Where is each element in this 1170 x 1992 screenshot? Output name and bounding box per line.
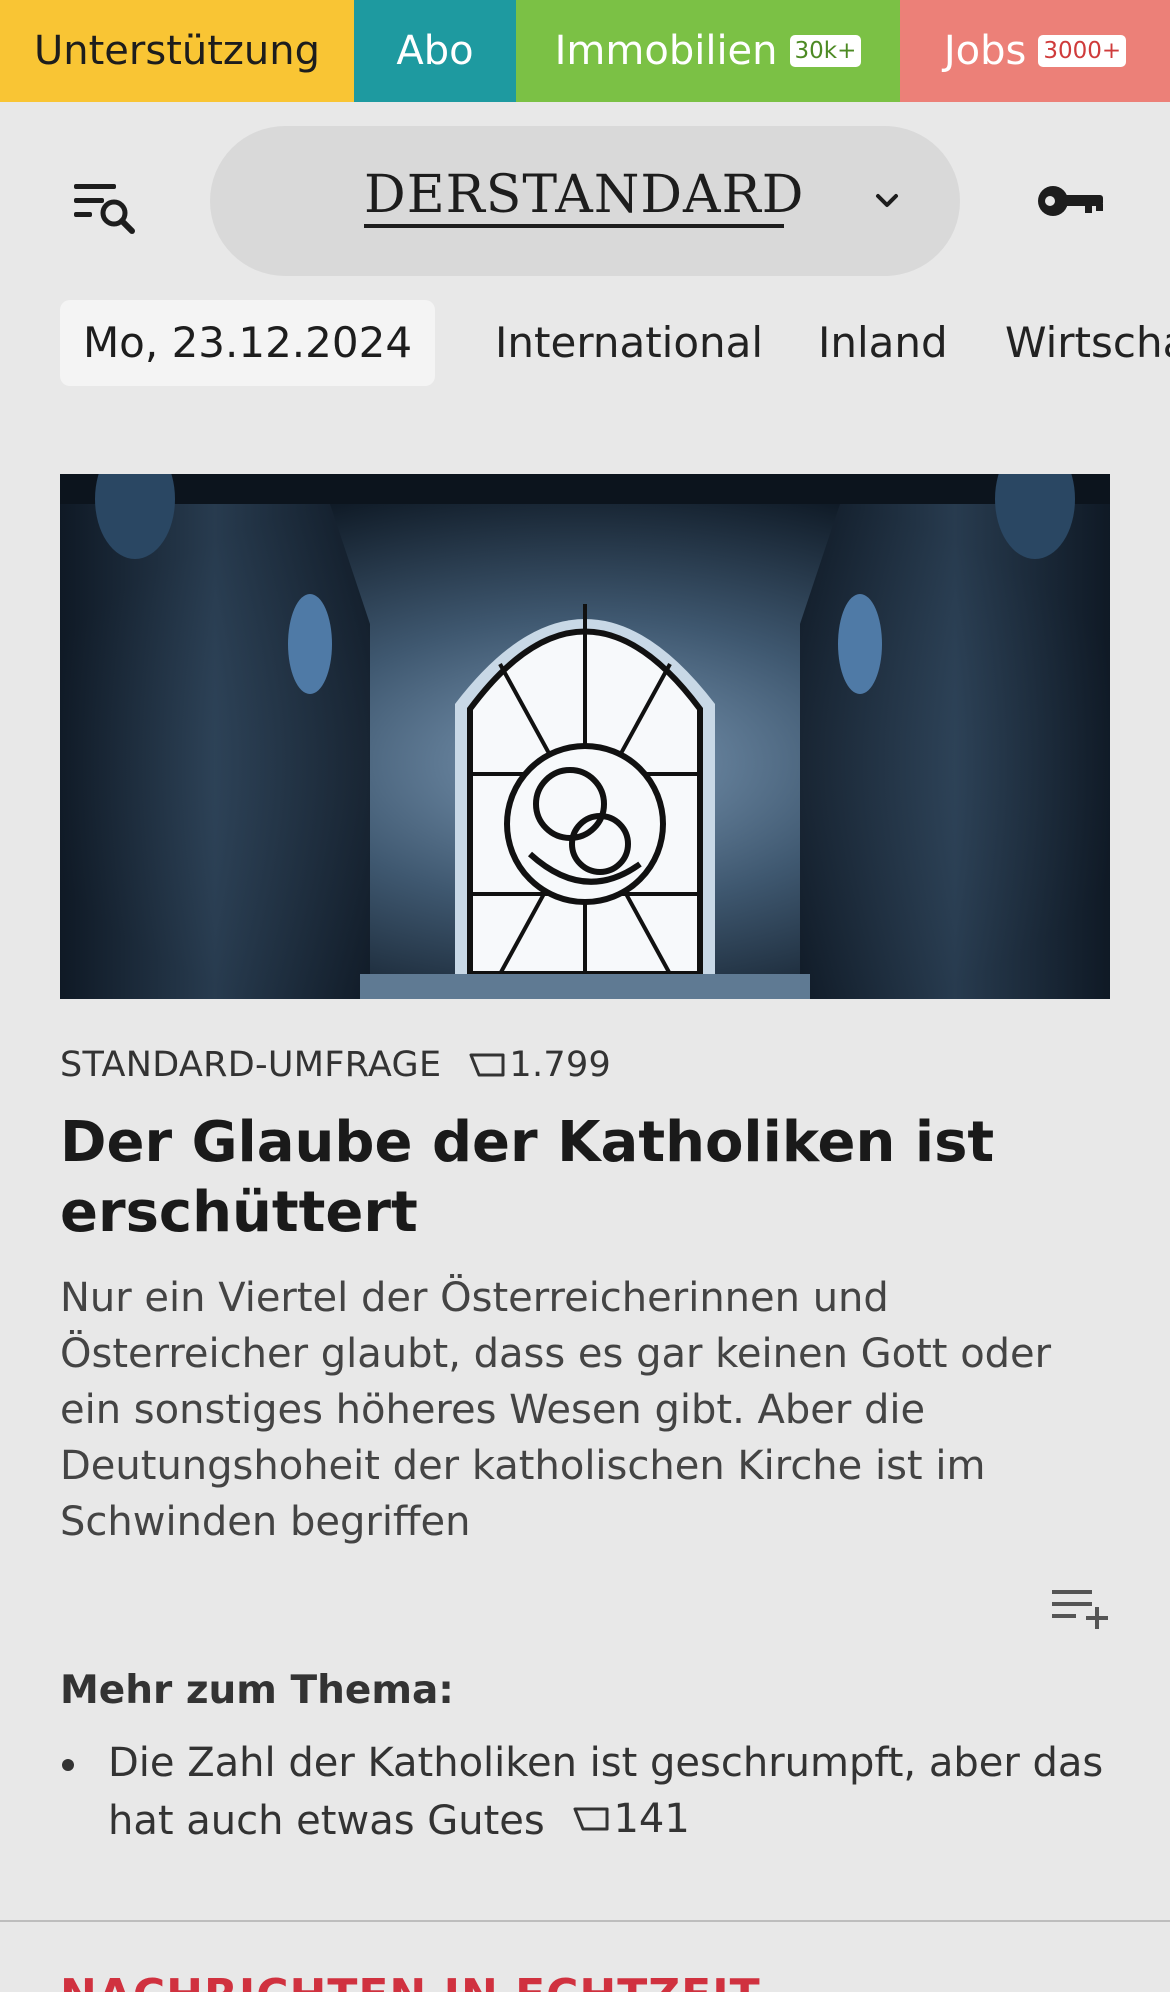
article-headline[interactable]: Der Glaube der Katholiken ist erschütter… [60,1108,1110,1248]
comment-icon [573,1807,609,1831]
brand-switcher[interactable]: DERSTANDARD [210,126,960,276]
related-comment-value: 141 [613,1796,690,1842]
related-item: Die Zahl der Katholiken ist geschrumpft,… [60,1735,1110,1849]
abo-label: Abo [396,28,474,74]
comment-count[interactable]: 1.799 [467,1045,611,1085]
jobs-count-badge: 3000+ [1038,35,1127,67]
playlist-add-icon [1052,1590,1108,1629]
add-to-playlist-button[interactable] [1050,1586,1110,1634]
chevron-down-icon [876,194,898,207]
article-kicker: STANDARD-UMFRAGE 1.799 [60,1040,611,1090]
related-heading: Mehr zum Thema: [60,1668,454,1713]
menu-search-icon [74,184,135,234]
immobilien-link[interactable]: Immobilien 30k+ [516,0,900,102]
immobilien-count-badge: 30k+ [789,35,862,67]
kicker-label: STANDARD-UMFRAGE [60,1045,442,1085]
jobs-label: Jobs [943,28,1027,74]
article-teaser: Nur ein Viertel der Österreicherinnen un… [60,1275,1052,1545]
support-label: Unterstützung [33,28,320,74]
ressort-navigation: Mo, 23.12.2024 International Inland Wirt… [0,300,1170,388]
key-icon [1038,186,1103,216]
church-window-illustration [60,474,1110,999]
comment-count-value: 1.799 [509,1045,612,1085]
nav-item-inland[interactable]: Inland [818,300,948,386]
nav-item-wirtschaft[interactable]: Wirtschaft [1005,300,1170,386]
login-button[interactable] [1035,180,1109,222]
article-hero-image[interactable] [60,474,1110,999]
support-link[interactable]: Unterstützung [0,0,354,102]
menu-search-button[interactable] [70,176,140,240]
related-comment-count[interactable]: 141 [571,1791,690,1847]
nav-item-international[interactable]: International [495,300,763,386]
section-divider [0,1920,1170,1922]
derstandard-logo: DERSTANDARD [364,166,803,228]
immobilien-label: Immobilien [554,28,778,74]
next-section-title[interactable]: NACHRICHTEN IN ECHTZEIT [60,1970,761,1992]
related-list: Die Zahl der Katholiken ist geschrumpft,… [60,1735,1110,1849]
abo-link[interactable]: Abo [354,0,516,102]
jobs-link[interactable]: Jobs 3000+ [900,0,1170,102]
date-chip[interactable]: Mo, 23.12.2024 [60,300,435,386]
service-bar: Unterstützung Abo Immobilien 30k+ Jobs 3… [0,0,1170,102]
comment-icon [469,1053,505,1077]
